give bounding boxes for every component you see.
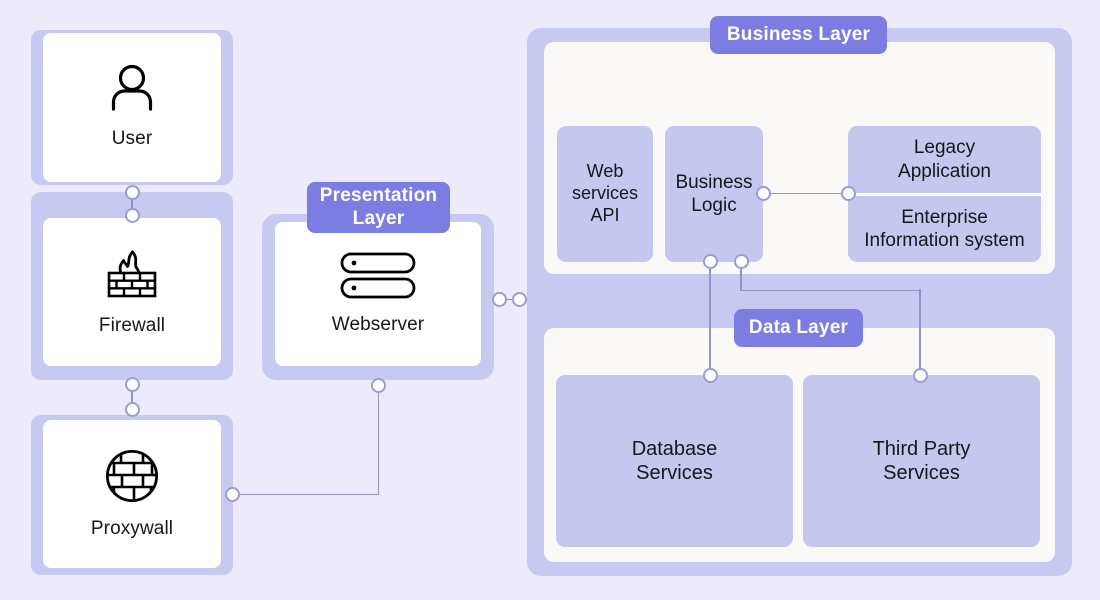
server-rack-icon bbox=[340, 252, 416, 300]
component-business-logic[interactable]: Business Logic bbox=[665, 126, 763, 262]
component-database-services[interactable]: Database Services bbox=[556, 375, 793, 547]
component-database-services-line2: Services bbox=[636, 462, 713, 484]
node-user-label: User bbox=[111, 128, 153, 150]
component-legacy-application-line2: Application bbox=[898, 160, 991, 182]
node-user[interactable]: User bbox=[43, 33, 221, 182]
connector-dot-user-bottom[interactable] bbox=[124, 185, 140, 200]
diagram-canvas: User Firewall Proxywall Webserver Presen… bbox=[0, 0, 1100, 600]
component-enterprise-information-system-line2: Information system bbox=[864, 230, 1025, 251]
connector-dot-third-party-services-top[interactable] bbox=[912, 368, 928, 383]
connector-business-logic-thirdparty-seg3 bbox=[919, 289, 921, 375]
business-layer-badge-label: Business Layer bbox=[726, 23, 871, 45]
connector-proxywall-webserver-horizontal bbox=[232, 493, 379, 496]
connector-dot-business-logic-right[interactable] bbox=[756, 186, 771, 201]
node-firewall-label: Firewall bbox=[98, 314, 166, 336]
presentation-layer-badge-line1: Presentation bbox=[319, 185, 438, 207]
component-web-services-api-line2: services bbox=[571, 183, 638, 204]
connector-dot-webserver-right[interactable] bbox=[492, 292, 507, 307]
connector-dot-webserver-bottom[interactable] bbox=[371, 378, 386, 393]
component-business-logic-line1: Business bbox=[675, 171, 753, 193]
node-firewall[interactable]: Firewall bbox=[43, 218, 221, 366]
user-icon bbox=[106, 64, 158, 114]
component-web-services-api-line1: Web bbox=[586, 161, 624, 182]
component-enterprise-information-system-line1: Enterprise bbox=[901, 206, 988, 228]
connector-business-logic-thirdparty-seg2 bbox=[740, 289, 920, 292]
node-webserver-label: Webserver bbox=[331, 313, 425, 335]
node-webserver[interactable]: Webserver bbox=[275, 222, 481, 366]
connector-dot-database-services-top[interactable] bbox=[702, 368, 718, 383]
proxywall-circular-brick-icon bbox=[104, 448, 160, 504]
business-layer-badge[interactable]: Business Layer bbox=[710, 16, 887, 54]
component-legacy-application-line1: Legacy bbox=[913, 137, 976, 159]
component-business-logic-line2: Logic bbox=[691, 195, 737, 216]
component-enterprise-information-system[interactable]: Enterprise Information system bbox=[848, 196, 1041, 262]
firewall-brickwall-flame-icon bbox=[103, 247, 161, 301]
component-database-services-line1: Database bbox=[631, 437, 718, 460]
component-legacy-application[interactable]: Legacy Application bbox=[848, 126, 1041, 193]
connector-business-logic-legacy-line bbox=[769, 192, 848, 195]
connector-dot-firewall-bottom[interactable] bbox=[124, 377, 140, 392]
component-third-party-services[interactable]: Third Party Services bbox=[803, 375, 1040, 547]
component-web-services-api[interactable]: Web services API bbox=[557, 126, 653, 262]
connector-proxywall-webserver-vertical bbox=[377, 385, 380, 494]
connector-dot-business-layer-left[interactable] bbox=[512, 292, 527, 307]
connector-dot-proxywall-right[interactable] bbox=[224, 487, 240, 502]
component-web-services-api-line3: API bbox=[590, 204, 620, 225]
connector-dot-legacy-stack-left[interactable] bbox=[841, 186, 856, 201]
component-third-party-services-line2: Services bbox=[883, 462, 960, 484]
data-layer-badge[interactable]: Data Layer bbox=[734, 309, 863, 347]
connector-dot-business-logic-bottom-right[interactable] bbox=[733, 254, 749, 269]
connector-dot-business-logic-bottom-left[interactable] bbox=[702, 254, 718, 269]
node-proxywall[interactable]: Proxywall bbox=[43, 420, 221, 568]
connector-business-logic-database-line bbox=[709, 262, 711, 375]
presentation-layer-badge-line2: Layer bbox=[352, 207, 405, 229]
connector-dot-firewall-top[interactable] bbox=[124, 208, 140, 223]
node-proxywall-label: Proxywall bbox=[90, 517, 174, 539]
component-third-party-services-line1: Third Party bbox=[872, 437, 971, 460]
presentation-layer-badge[interactable]: Presentation Layer bbox=[307, 182, 450, 233]
connector-dot-proxywall-top[interactable] bbox=[124, 402, 140, 417]
data-layer-badge-label: Data Layer bbox=[748, 316, 849, 338]
